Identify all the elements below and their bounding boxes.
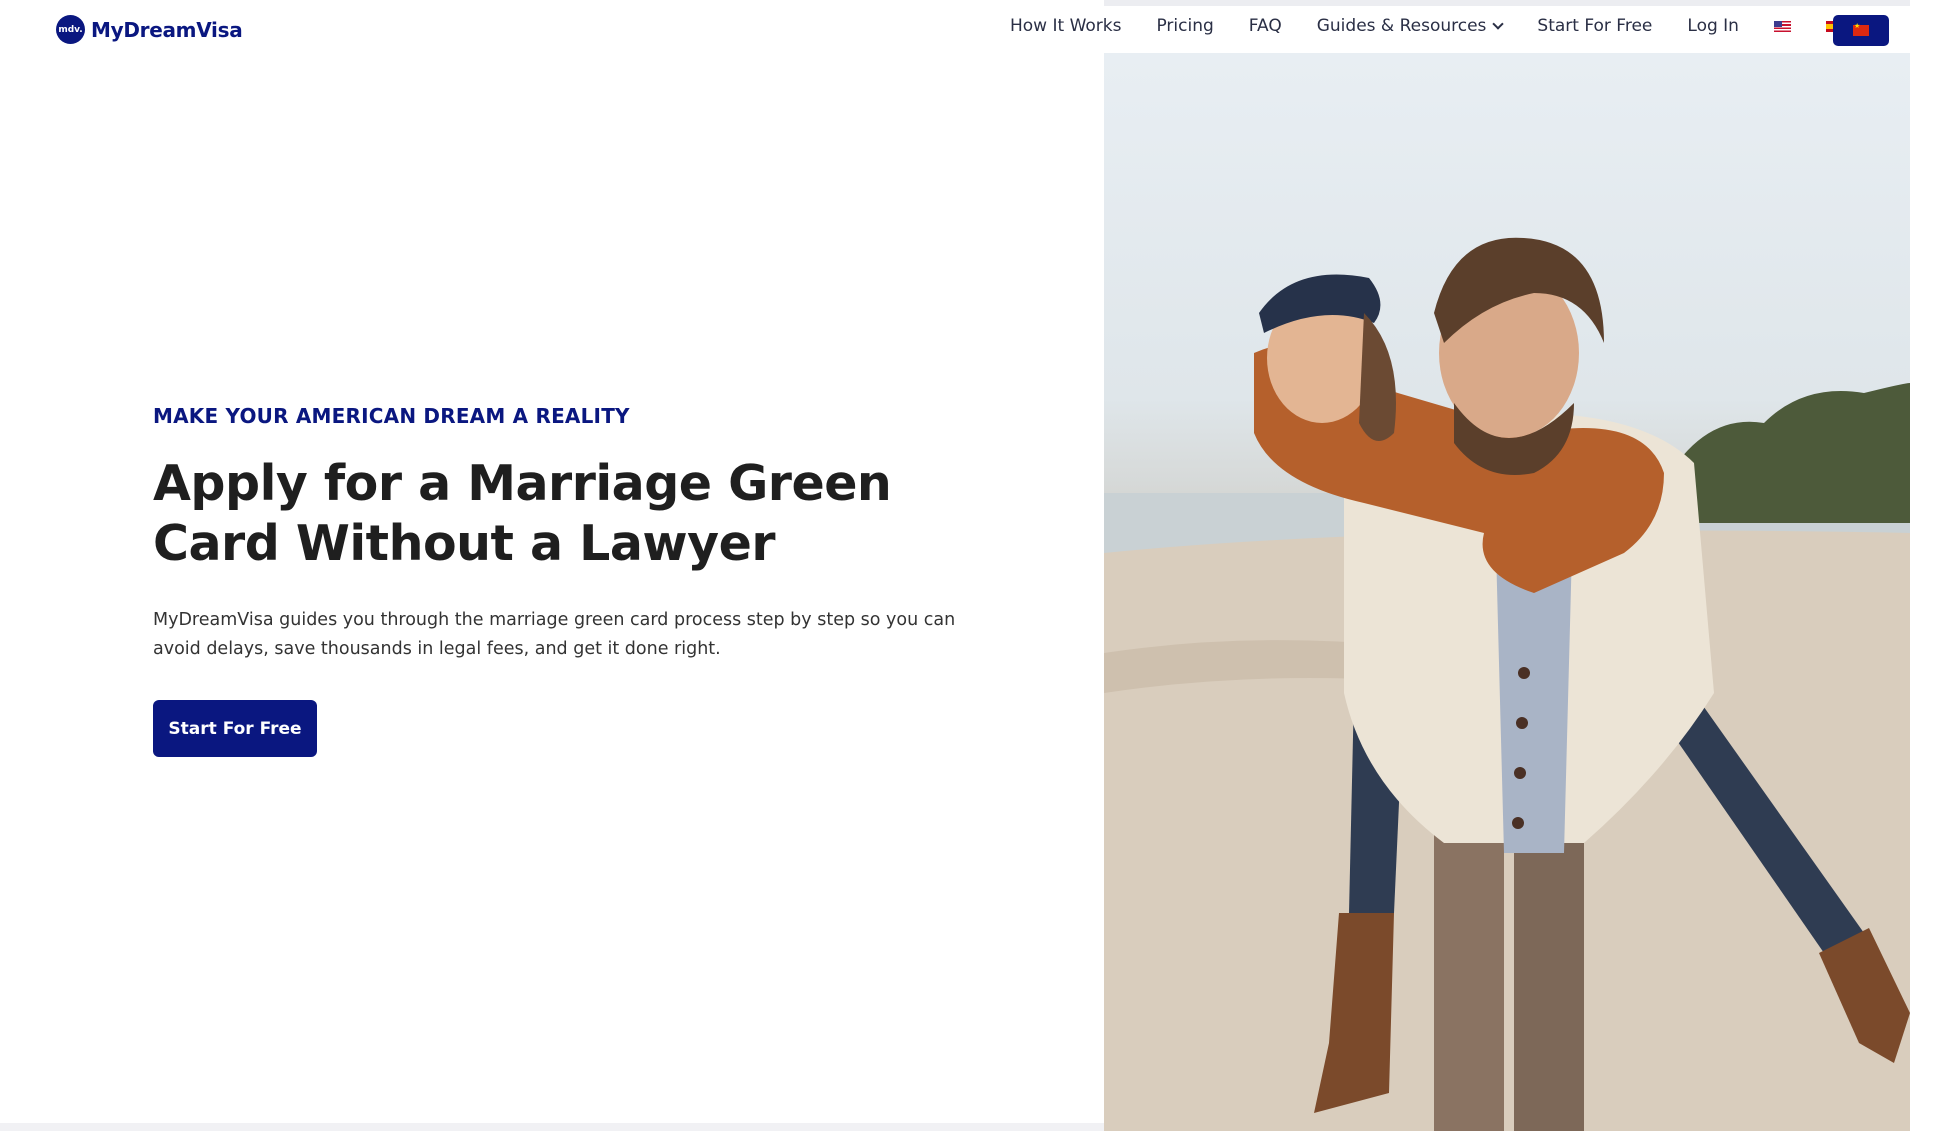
tree-line [1664, 383, 1910, 523]
hero-subtext: MyDreamVisa guides you through the marri… [153, 610, 956, 659]
logo-badge: mdv. [56, 15, 85, 44]
sweater-button [1514, 767, 1526, 779]
nav-faq[interactable]: FAQ [1249, 16, 1282, 36]
sweater-button [1512, 817, 1524, 829]
start-for-free-button[interactable]: Start For Free [153, 700, 317, 757]
hero-headline: Apply for a Marriage Green Card Without … [153, 455, 892, 572]
main-nav: How It Works Pricing FAQ Guides & Resour… [1010, 16, 1878, 36]
nav-guides-resources[interactable]: Guides & Resources [1316, 16, 1505, 36]
chevron-down-icon [1492, 18, 1505, 30]
nav-log-in[interactable]: Log In [1687, 16, 1739, 36]
logo-text: MyDreamVisa [91, 17, 243, 42]
nav-how-it-works[interactable]: How It Works [1010, 16, 1121, 36]
site-header: mdv. MyDreamVisa How It Works Pricing FA… [0, 0, 1940, 60]
cn-flag-icon [1853, 22, 1869, 36]
nav-pricing[interactable]: Pricing [1156, 16, 1213, 36]
us-flag-icon[interactable] [1773, 20, 1791, 32]
nav-guides-label: Guides & Resources [1316, 16, 1487, 36]
bottom-strip [0, 1123, 1104, 1131]
language-button-chinese[interactable] [1833, 15, 1889, 46]
man-leg-left [1434, 833, 1504, 1131]
logo[interactable]: mdv. MyDreamVisa [56, 15, 243, 44]
beach-scene [1104, 237, 1910, 1131]
man-leg-right [1514, 833, 1584, 1131]
sweater-button [1516, 717, 1528, 729]
hero-couple-beach-image [1104, 53, 1910, 1131]
woman-hair [1359, 313, 1396, 441]
nav-start-for-free[interactable]: Start For Free [1537, 16, 1652, 36]
sweater-button [1518, 667, 1530, 679]
hero-eyebrow: MAKE YOUR AMERICAN DREAM A REALITY [153, 404, 630, 428]
